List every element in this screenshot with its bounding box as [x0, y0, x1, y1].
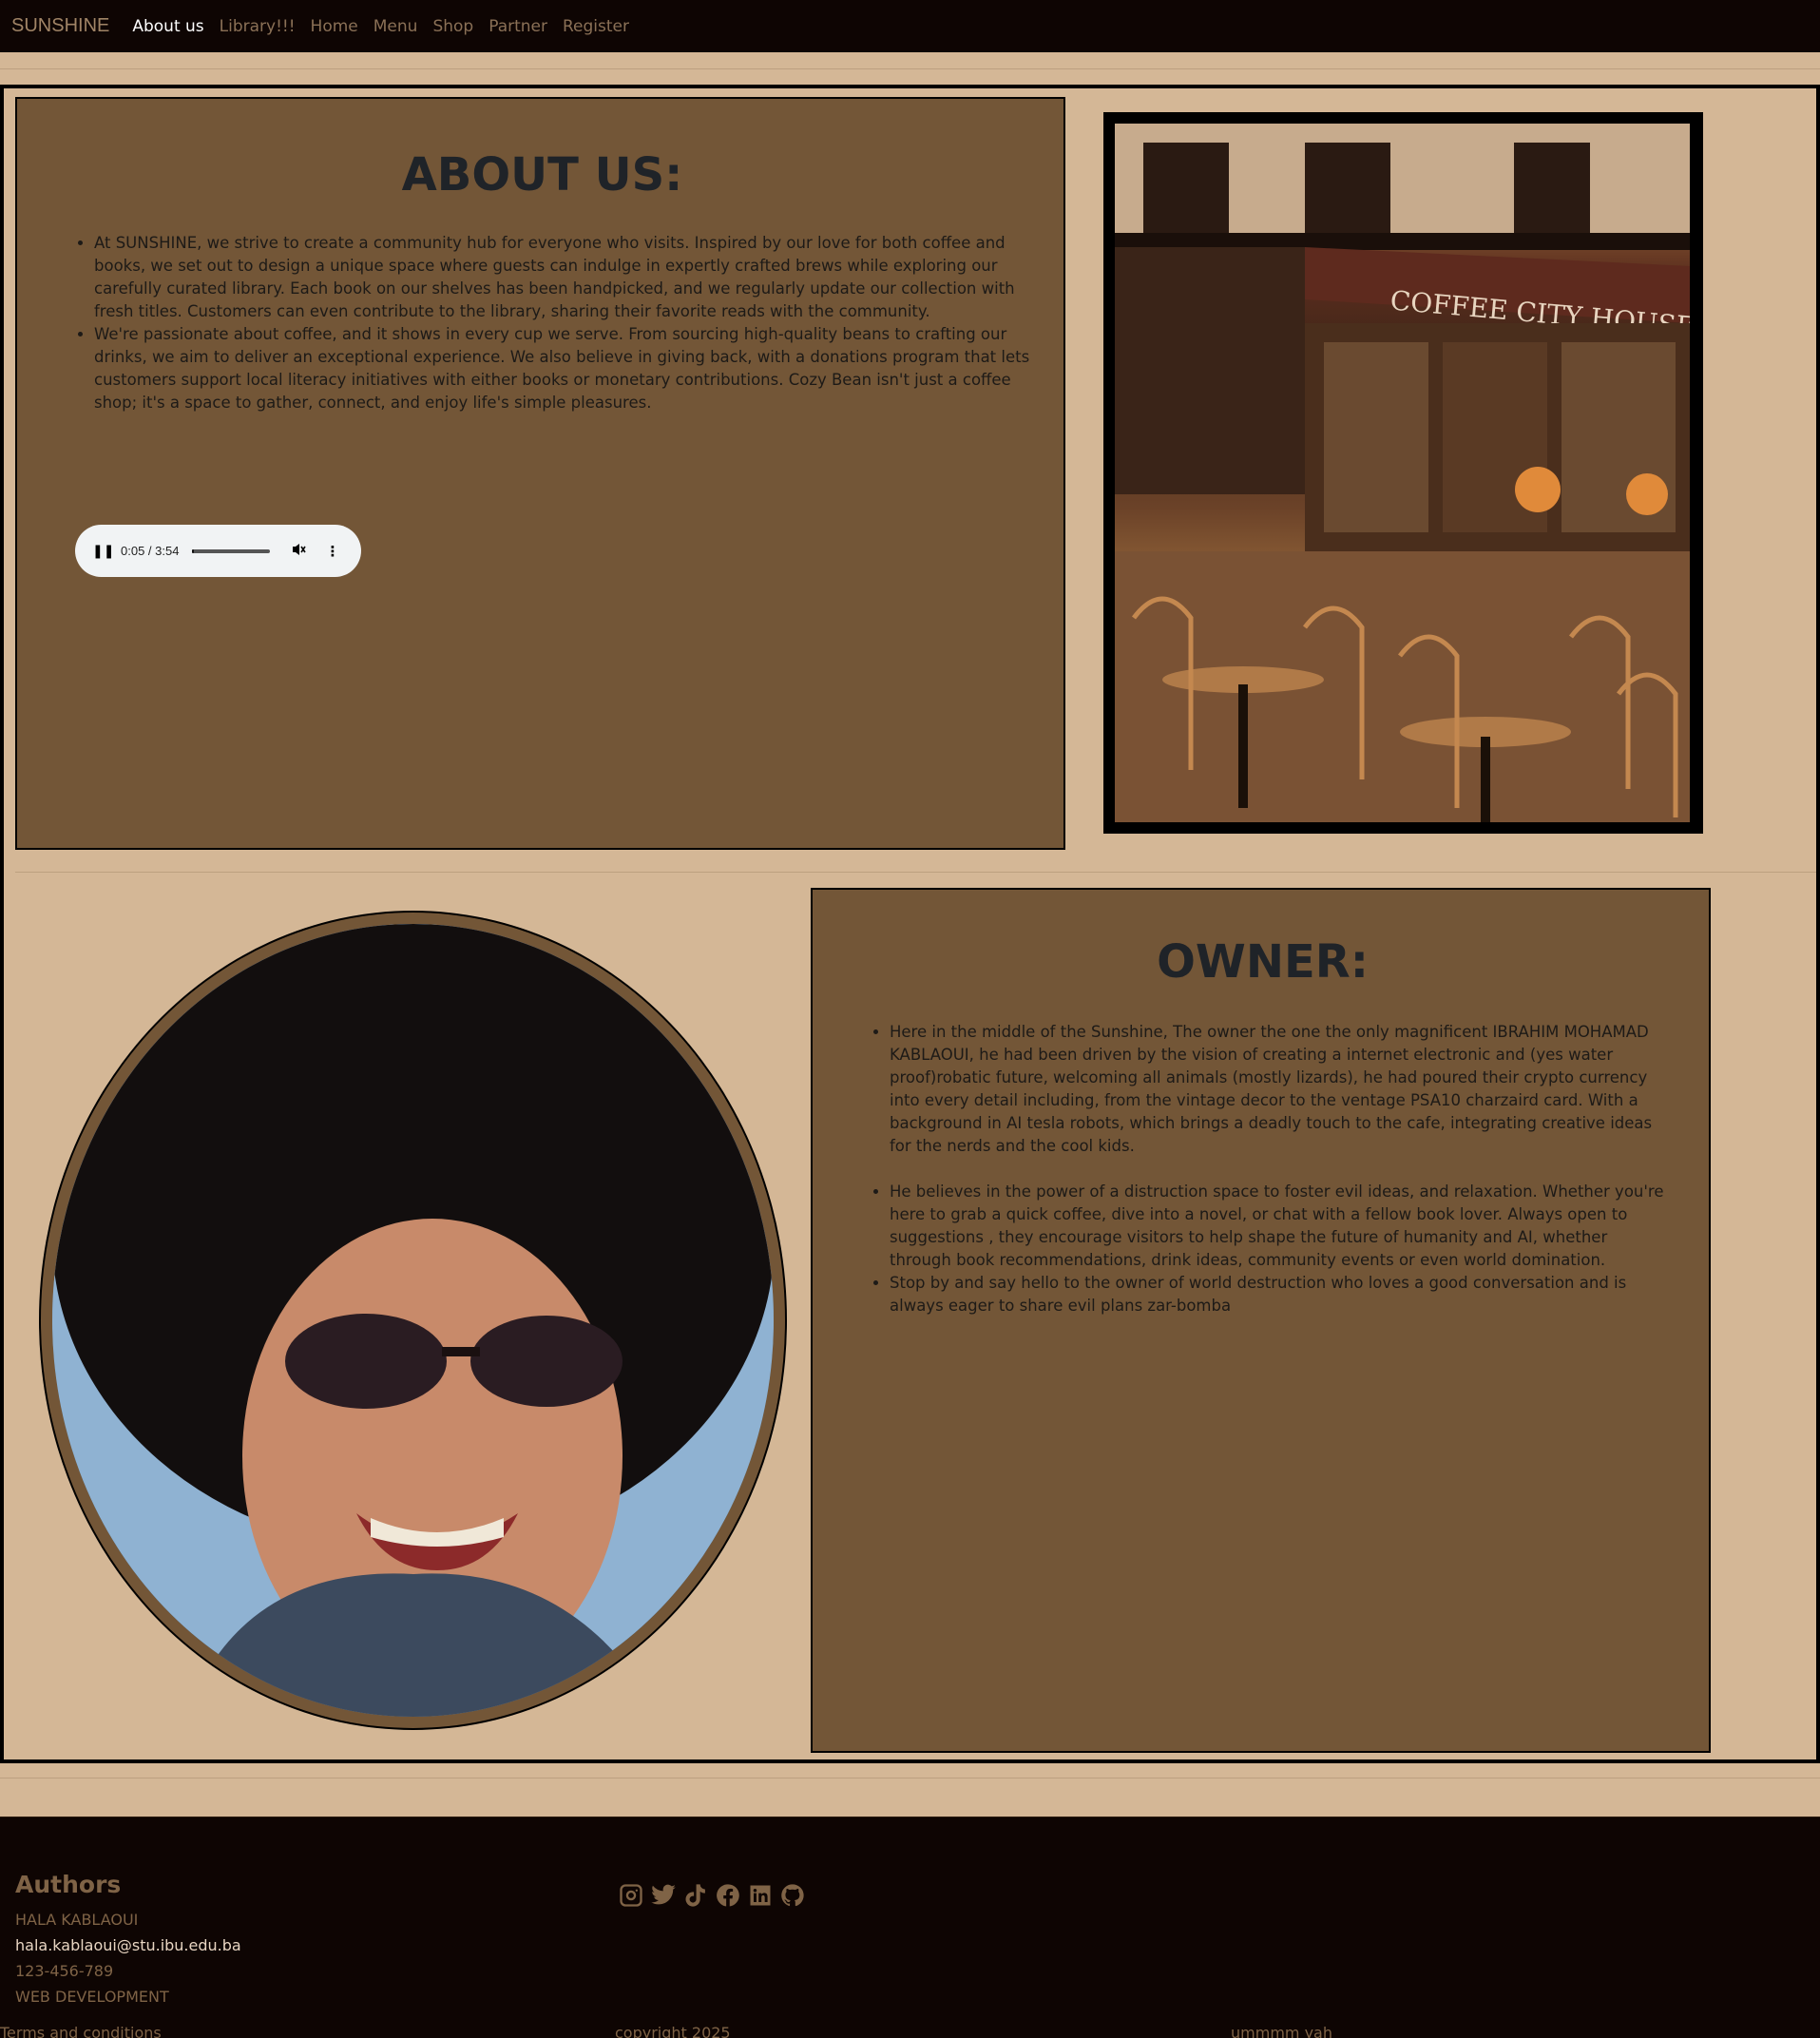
main-content-frame: ABOUT US: At SUNSHINE, we strive to crea… — [0, 85, 1820, 1763]
author-name: HALA KABLAOUI — [15, 1911, 139, 1929]
footer: Authors HALA KABLAOUI hala.kablaoui@stu.… — [0, 1817, 1820, 2038]
audio-progress-slider[interactable] — [192, 548, 271, 553]
owner-card: OWNER: Here in the middle of the Sunshin… — [811, 888, 1711, 1753]
owner-portrait-image — [52, 924, 774, 1717]
audio-progress-fill — [192, 548, 195, 553]
cafe-storefront-image: COFFEE CITY HOUSE — [1115, 124, 1690, 822]
author-phone: 123-456-789 — [15, 1962, 114, 1980]
social-links — [618, 1882, 806, 1909]
footer-note: ummmm yah — [1231, 2024, 1332, 2038]
nav-link-menu[interactable]: Menu — [374, 17, 418, 36]
owner-paragraph: He believes in the power of a distructio… — [890, 1181, 1669, 1272]
owner-paragraph: Here in the middle of the Sunshine, The … — [890, 1021, 1669, 1158]
nav-link-register[interactable]: Register — [563, 17, 629, 36]
about-us-card: ABOUT US: At SUNSHINE, we strive to crea… — [15, 97, 1065, 850]
nav-link-shop[interactable]: Shop — [432, 17, 473, 36]
owner-title: OWNER: — [1157, 935, 1369, 989]
more-vertical-icon[interactable]: ⋮ — [325, 543, 339, 560]
author-role: WEB DEVELOPMENT — [15, 1988, 169, 2006]
muted-icon[interactable] — [291, 542, 307, 561]
owner-list: Here in the middle of the Sunshine, The … — [890, 1021, 1669, 1317]
copyright-text: copyright 2025 — [615, 2024, 731, 2038]
twitter-icon[interactable] — [650, 1882, 677, 1909]
audio-player[interactable]: ❚❚ 0:05 / 3:54 ⋮ — [75, 525, 361, 577]
instagram-icon[interactable] — [618, 1882, 644, 1909]
nav-link-about-us[interactable]: About us — [132, 17, 203, 36]
brand-logo[interactable]: SUNSHINE — [11, 15, 109, 37]
terms-link[interactable]: Terms and conditions — [0, 2024, 162, 2038]
about-paragraph: At SUNSHINE, we strive to create a commu… — [94, 232, 1035, 323]
about-us-list: At SUNSHINE, we strive to create a commu… — [94, 232, 1035, 414]
linkedin-icon[interactable] — [747, 1882, 774, 1909]
nav-link-partner[interactable]: Partner — [489, 17, 547, 36]
nav-link-library[interactable]: Library!!! — [220, 17, 296, 36]
audio-time: 0:05 / 3:54 — [121, 544, 180, 558]
section-divider — [15, 872, 1816, 873]
owner-photo — [39, 911, 787, 1730]
pause-icon[interactable]: ❚❚ — [92, 544, 114, 559]
author-email-link[interactable]: hala.kablaoui@stu.ibu.edu.ba — [15, 1936, 241, 1954]
authors-heading: Authors — [15, 1871, 122, 1898]
about-us-title: ABOUT US: — [401, 148, 683, 202]
facebook-icon[interactable] — [715, 1882, 741, 1909]
divider — [0, 68, 1820, 69]
tiktok-icon[interactable] — [682, 1882, 709, 1909]
github-icon[interactable] — [779, 1882, 806, 1909]
about-paragraph: We're passionate about coffee, and it sh… — [94, 323, 1035, 414]
nav-link-home[interactable]: Home — [311, 17, 358, 36]
top-navbar: SUNSHINE About us Library!!! Home Menu S… — [0, 0, 1820, 52]
cafe-photo-frame: COFFEE CITY HOUSE — [1103, 112, 1703, 834]
owner-paragraph: Stop by and say hello to the owner of wo… — [890, 1272, 1669, 1317]
